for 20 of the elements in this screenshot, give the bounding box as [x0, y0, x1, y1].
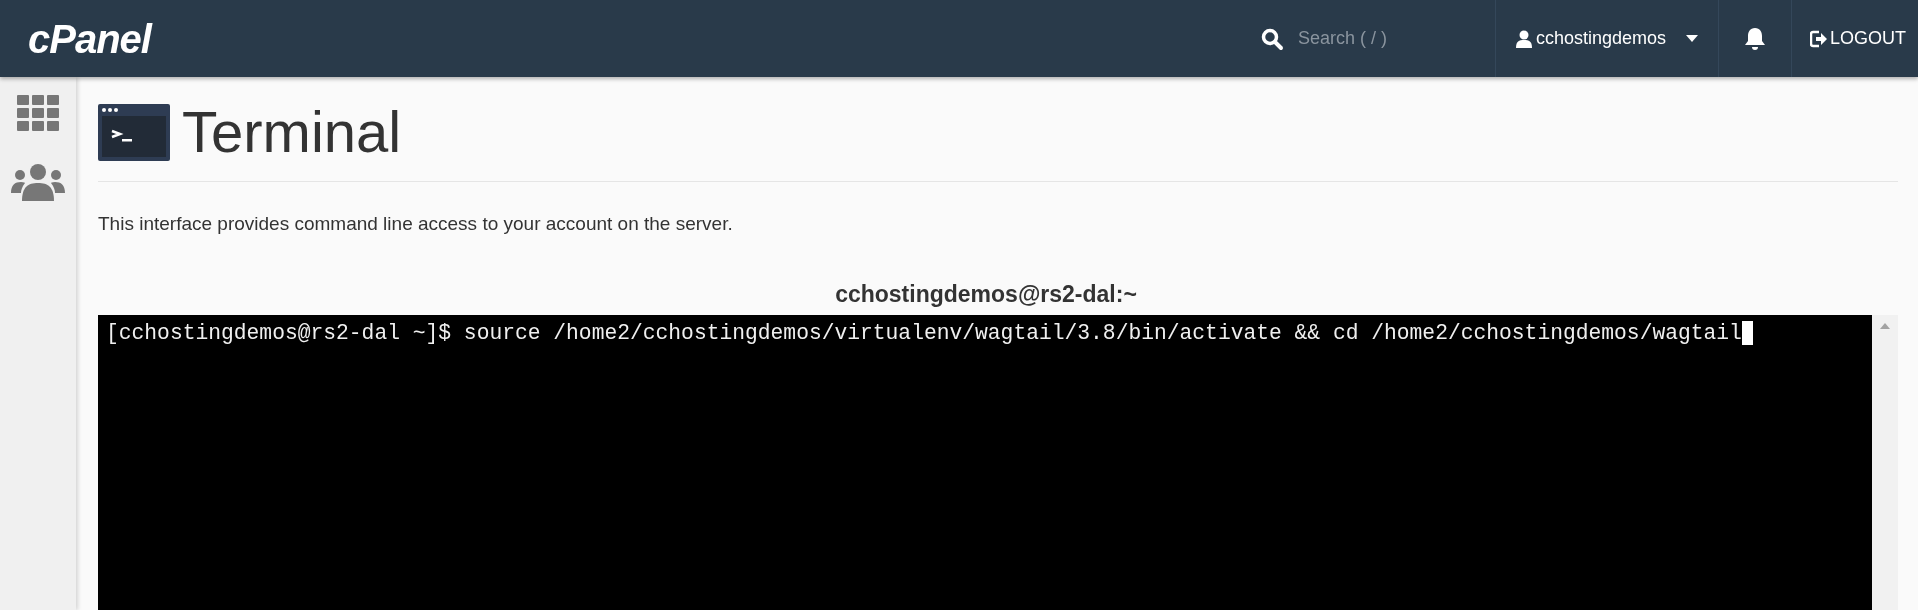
logout-button[interactable]: LOGOUT: [1792, 0, 1918, 77]
user-icon: [1515, 29, 1532, 48]
terminal-screen[interactable]: [cchostingdemos@rs2-dal ~]$ source /home2/cchostingdemos/virtualenv/wagtail/3.8/bin/activate && cd /home2/cchostingdemos/wagtail: [98, 315, 1872, 610]
terminal-icon: [98, 103, 170, 161]
users-icon[interactable]: [11, 163, 65, 201]
caret-icon: [1686, 35, 1698, 42]
page-title: Terminal: [182, 103, 402, 161]
logout-icon: [1810, 29, 1828, 48]
cursor: [1741, 321, 1753, 345]
scroll-up-icon: [1880, 323, 1890, 329]
scrollbar[interactable]: [1872, 315, 1898, 610]
logo[interactable]: cPanel: [28, 18, 151, 59]
search-field[interactable]: Search ( / ): [1297, 25, 1468, 52]
terminal-line: [cchostingdemos@rs2-dal ~]$ source /home2/cchostingdemos/virtualenv/wagtail/3.8/bin/activate && cd /home2/cchostingdemos/wagtail: [106, 320, 1742, 347]
terminal-title: cchostingdemos@rs2-dal:~: [834, 279, 1138, 309]
description: This interface provides command line access to your account on the server.: [98, 212, 734, 236]
bell-icon: [1744, 26, 1766, 51]
apps-grid-icon[interactable]: [17, 95, 59, 133]
search-icon: [1259, 26, 1284, 51]
user-menu[interactable]: cchostingdemos: [1495, 0, 1718, 77]
